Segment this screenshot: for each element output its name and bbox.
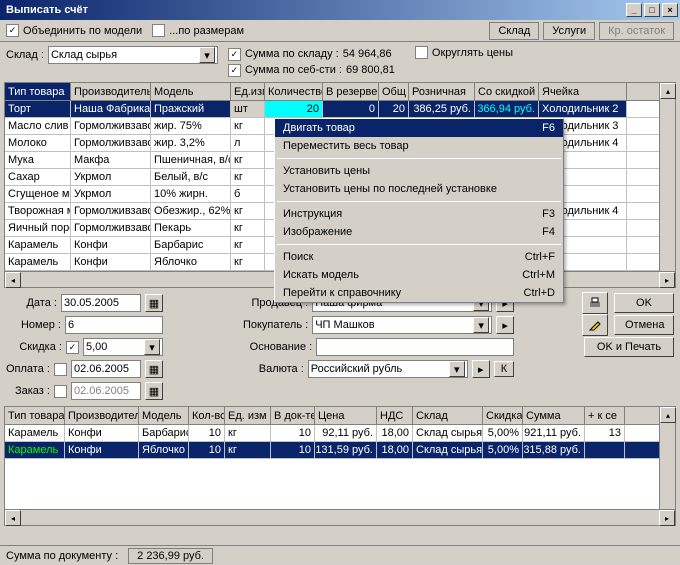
lookup-icon[interactable]: ▸ [496,316,514,334]
order-label: Заказ : [15,385,50,397]
print-icon[interactable] [582,292,608,314]
warehouse-label: Склад : [6,49,44,61]
merge-by-model-checkbox[interactable]: ✓ [6,24,19,37]
tab-services[interactable]: Услуги [543,22,595,40]
title-bar: Выписать счёт _ □ × [0,0,680,20]
minimize-button[interactable]: _ [626,3,642,17]
sum-cost-checkbox[interactable]: ✓ [228,64,241,77]
menu-item[interactable]: Двигать товарF6 [275,119,563,137]
date-picker-icon[interactable]: ▦ [145,360,163,378]
table-row[interactable]: КарамельКонфиБарбарис10кг1092,11 руб.18,… [5,425,659,442]
discount-label: Скидка : [19,341,62,353]
tab-warehouse[interactable]: Склад [489,22,539,40]
column-header[interactable]: Скидка [483,407,523,424]
table-row[interactable]: ТортНаша ФабрикаПражскийшт20020386,25 ру… [5,101,659,118]
vertical-scrollbar[interactable]: ▴ [659,407,675,509]
column-header[interactable]: Модель [139,407,189,424]
payment-label: Оплата : [6,363,50,375]
ok-button[interactable]: OK [614,293,674,313]
column-header[interactable]: НДС [377,407,413,424]
edit-icon[interactable] [582,314,608,336]
date-picker-icon[interactable]: ▦ [145,382,163,400]
doc-sum-label: Сумма по документу : [6,550,118,562]
merge-by-model-label: Объединить по модели [23,25,142,37]
menu-item[interactable]: ПоискCtrl+F [275,248,563,266]
context-menu[interactable]: Двигать товарF6Переместить весь товар Уст… [274,118,564,303]
horizontal-scrollbar[interactable]: ◂▸ [5,509,675,525]
discount-checkbox[interactable]: ✓ [66,341,79,354]
column-header[interactable]: Сумма [523,407,585,424]
menu-item[interactable]: Установить цены по последней установке [275,180,563,198]
round-prices-checkbox[interactable] [415,46,428,59]
date-picker-icon[interactable]: ▦ [145,294,163,312]
column-header[interactable]: Производитель [65,407,139,424]
column-header[interactable]: Кол-во [189,407,225,424]
menu-item[interactable]: Перейти к справочникуCtrl+D [275,284,563,302]
column-header[interactable]: В резерве [323,83,379,100]
column-header[interactable]: Тип товара [5,407,65,424]
warehouse-select[interactable]: Склад сырья ▾ [48,46,218,64]
column-header[interactable]: + к се [585,407,625,424]
column-header[interactable]: Количество [265,83,323,100]
table-row[interactable]: КарамельКонфиЯблочко10кг10131,59 руб.18,… [5,442,659,459]
menu-item[interactable]: Искать модельCtrl+M [275,266,563,284]
column-header[interactable]: Ед. изм [225,407,271,424]
column-header[interactable]: Розничная [409,83,475,100]
currency-select[interactable]: Российский рубль▾ [308,360,468,378]
by-sizes-label: ...по размерам [169,25,244,37]
menu-item[interactable]: Установить цены [275,162,563,180]
date-label: Дата : [26,297,56,309]
menu-item[interactable]: ИзображениеF4 [275,223,563,241]
vertical-scrollbar[interactable]: ▴ [659,83,675,271]
buyer-label: Покупатель : [243,319,308,331]
column-header[interactable]: Тип товара [5,83,71,100]
sum-warehouse-value: 54 964,86 [343,48,392,60]
close-button[interactable]: × [662,3,678,17]
column-header[interactable]: Ед.изм [231,83,265,100]
payment-input[interactable]: 02.06.2005 [71,360,141,378]
maximize-button[interactable]: □ [644,3,660,17]
column-header[interactable]: Цена [315,407,377,424]
status-bar: Сумма по документу : 2 236,99 руб. [0,545,680,565]
column-header[interactable]: В док-те [271,407,315,424]
round-prices-label: Округлять цены [432,47,513,59]
column-header[interactable]: Производитель [71,83,151,100]
order-checkbox[interactable] [54,385,67,398]
menu-item[interactable]: Переместить весь товар [275,137,563,155]
menu-item[interactable]: ИнструкцияF3 [275,205,563,223]
sum-warehouse-checkbox[interactable]: ✓ [228,48,241,61]
lookup-icon[interactable]: ▸ [472,360,490,378]
window-title: Выписать счёт [6,4,624,16]
k-button[interactable]: К [494,361,514,377]
basis-label: Основание : [250,341,313,353]
doc-sum-value: 2 236,99 руб. [128,548,213,564]
document-items-grid[interactable]: Тип товараПроизводительМодельКол-воЕд. и… [4,406,676,526]
currency-label: Валюта : [259,363,304,375]
form-area: Дата :30.05.2005▦ Номер :6 Скидка :✓5,00… [0,288,680,406]
order-input[interactable]: 02.06.2005 [71,382,141,400]
tab-remainder: Кр. остаток [599,22,674,40]
toolbar: ✓ Объединить по модели ...по размерам Ск… [0,20,680,42]
by-sizes-checkbox[interactable] [152,24,165,37]
cancel-button[interactable]: Отмена [614,315,674,335]
column-header[interactable]: Со скидкой [475,83,539,100]
column-header[interactable]: Ячейка [539,83,627,100]
payment-checkbox[interactable] [54,363,67,376]
ok-print-button[interactable]: OK и Печать [584,337,674,357]
buyer-select[interactable]: ЧП Машков▾ [312,316,492,334]
basis-input[interactable] [316,338,514,356]
chevron-down-icon: ▾ [199,47,215,63]
date-input[interactable]: 30.05.2005 [61,294,141,312]
sum-cost-value: 69 800,81 [346,64,395,76]
column-header[interactable]: Модель [151,83,231,100]
sum-warehouse-label: Сумма по складу : [245,48,339,60]
column-header[interactable]: Склад [413,407,483,424]
discount-select[interactable]: 5,00▾ [83,338,163,356]
column-header[interactable]: Общ [379,83,409,100]
summary-row: Склад : Склад сырья ▾ ✓ Сумма по складу … [0,42,680,82]
number-label: Номер : [21,319,61,331]
sum-cost-label: Сумма по себ-сти : [245,64,342,76]
number-input[interactable]: 6 [65,316,163,334]
